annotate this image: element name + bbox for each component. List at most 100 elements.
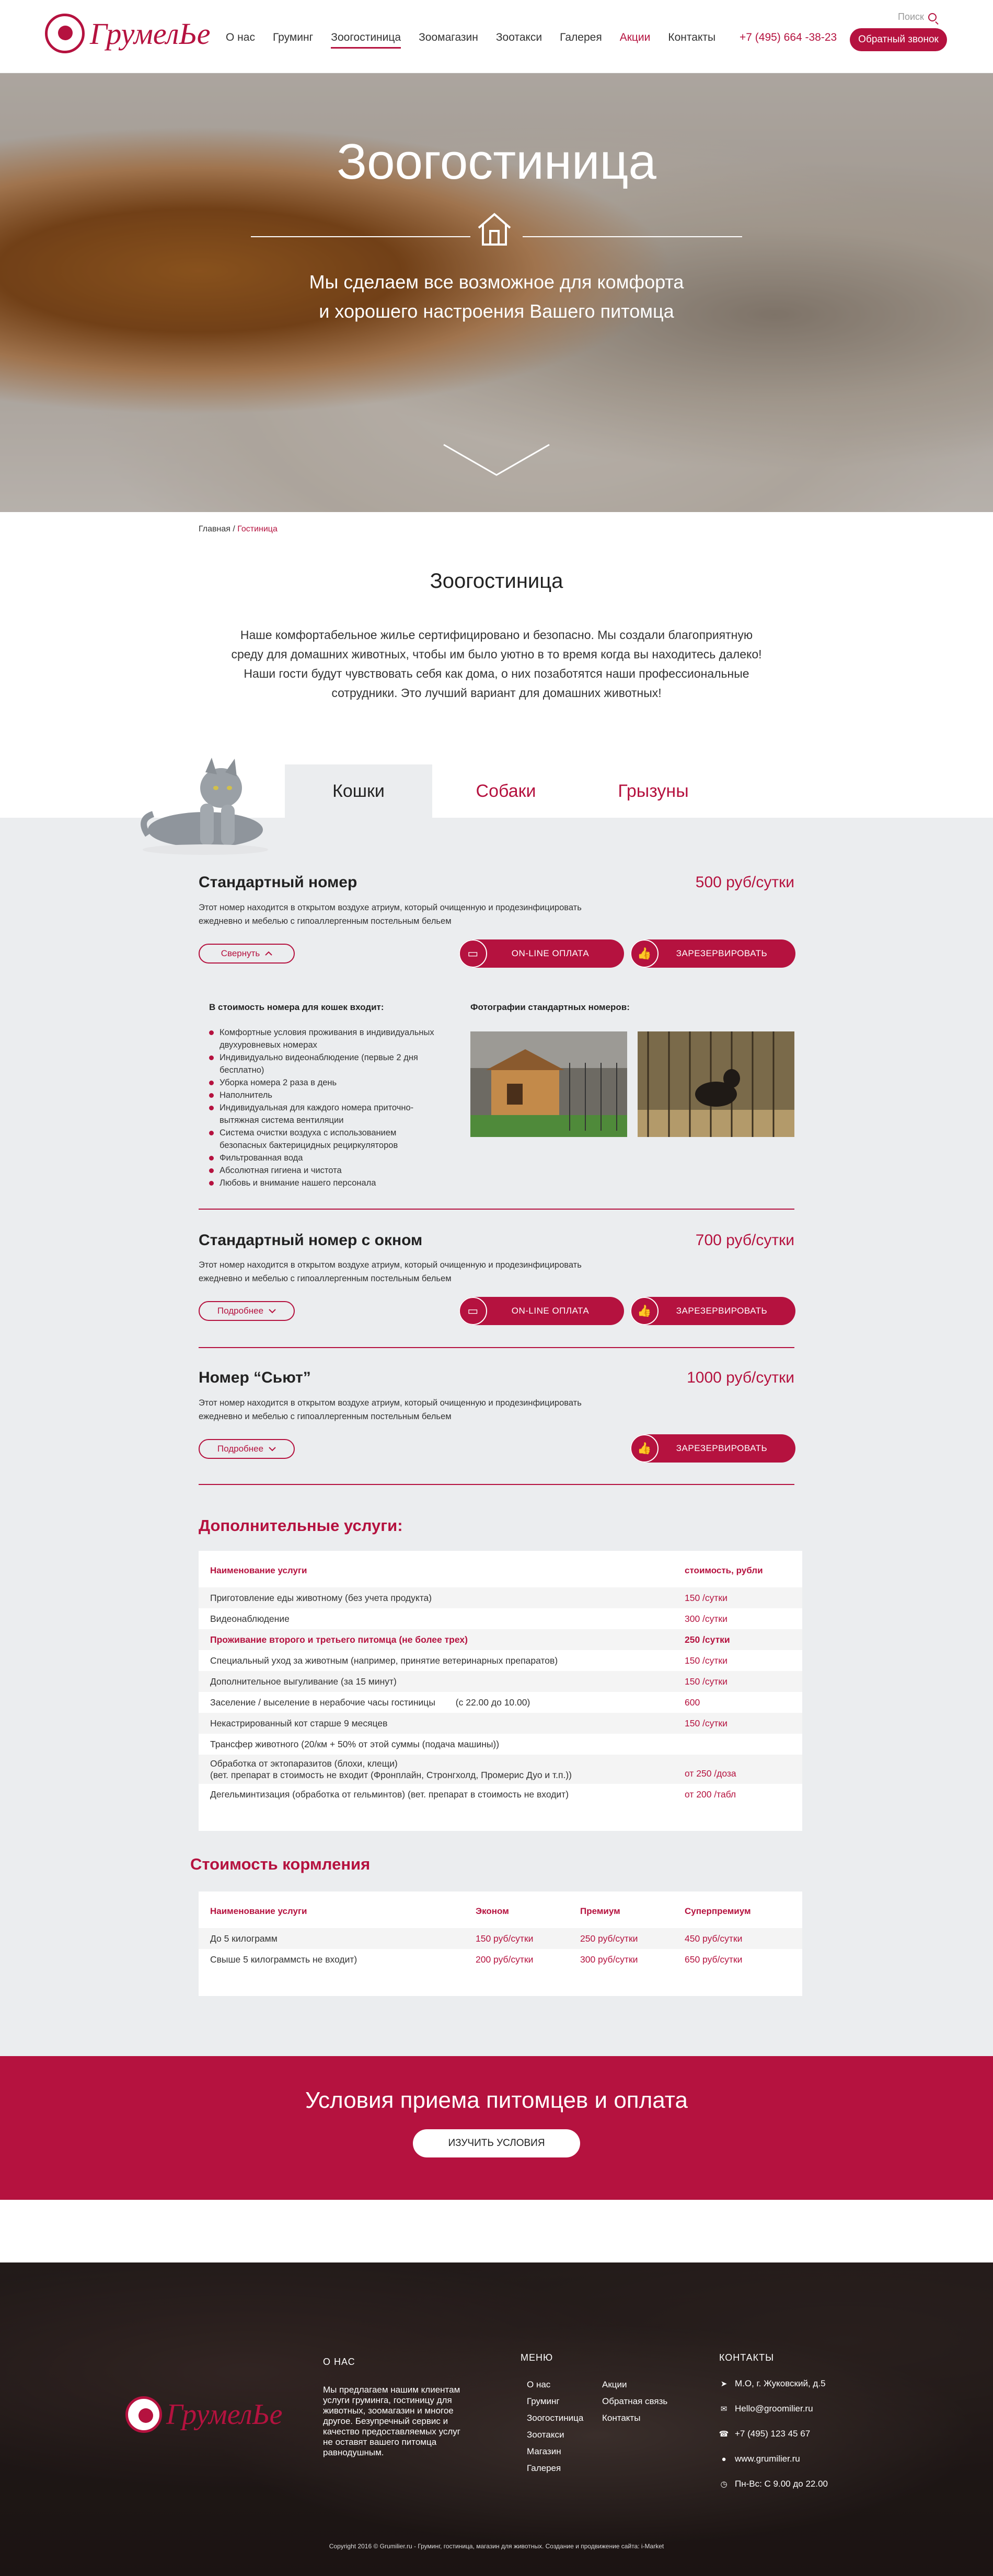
location-icon: ➤	[720, 2380, 728, 2388]
footer-link-promo[interactable]: Акции	[602, 2380, 627, 2390]
footer-link-grooming[interactable]: Груминг	[527, 2396, 560, 2407]
hero-banner: Зоогостиница Мы сделаем все возможное дл…	[0, 73, 993, 512]
table-row: Проживание второго и третьего питомца (н…	[199, 1629, 802, 1650]
footer-link-about[interactable]: О нас	[527, 2380, 550, 2390]
room-photo[interactable]	[470, 1031, 627, 1137]
thumbs-up-icon: 👍	[630, 1297, 659, 1325]
nav-item-gallery[interactable]: Галерея	[560, 31, 602, 49]
details-button[interactable]: Подробнее	[199, 1301, 295, 1321]
list-item: Наполнитель	[209, 1089, 439, 1101]
footer-link-contacts[interactable]: Контакты	[602, 2413, 640, 2423]
extra-services-title: Дополнительные услуги:	[199, 1516, 403, 1535]
book-button[interactable]: 👍 ЗАРЕЗЕРВИРОВАТЬ	[630, 1434, 795, 1463]
online-pay-label: ON-LINE ОПЛАТА	[511, 948, 590, 958]
list-item: Система очистки воздуха с использованием…	[209, 1127, 439, 1152]
service-price: 150 /сутки	[685, 1655, 728, 1666]
callback-button[interactable]: Обратный звонок	[850, 28, 947, 51]
service-name: Приготовление еды животному (без учета п…	[210, 1592, 432, 1603]
footer-about-text: Мы предлагаем нашим клиентам услуги грум…	[323, 2385, 460, 2458]
footer-link-hotel[interactable]: Зоогостиница	[527, 2413, 583, 2423]
conditions-banner: Условия приема питомцев и оплата ИЗУЧИТЬ…	[0, 2056, 993, 2200]
hero-divider-left	[251, 236, 470, 237]
search-box[interactable]: Поиск	[898, 11, 937, 22]
footer-logo[interactable]: ГрумелЬе	[125, 2396, 283, 2433]
search-icon[interactable]	[928, 13, 937, 21]
about-line: животных, зоомагазин и многое	[323, 2406, 454, 2416]
nav-item-shop[interactable]: Зоомагазин	[419, 31, 478, 49]
table-header: Наименование услуги Эконом Премиум Супер…	[199, 1901, 802, 1922]
footer-link-taxi[interactable]: Зоотакси	[527, 2430, 564, 2440]
thumbs-up-icon: 👍	[630, 939, 659, 968]
nav-item-contacts[interactable]: Контакты	[668, 31, 715, 49]
tab-rodents[interactable]: Грызуны	[580, 764, 727, 818]
footer-link-shop[interactable]: Магазин	[527, 2446, 561, 2457]
chevron-up-icon	[265, 951, 272, 956]
chevron-down-icon	[269, 1447, 276, 1452]
pet-tabs: Кошки Собаки Грызуны	[285, 764, 727, 818]
feeding-price: 650 руб/сутки	[685, 1954, 743, 1965]
service-price: 600	[685, 1697, 700, 1708]
footer-link-gallery[interactable]: Галерея	[527, 2463, 561, 2474]
feeding-name: До 5 килограмм	[210, 1933, 278, 1944]
conditions-button[interactable]: ИЗУЧИТЬ УСЛОВИЯ	[413, 2129, 580, 2157]
collapse-button[interactable]: Свернуть	[199, 944, 295, 964]
book-button[interactable]: 👍 ЗАРЕЗЕРВИРОВАТЬ	[630, 939, 795, 968]
included-list: Комфортные условия проживания в индивиду…	[209, 1026, 439, 1189]
service-name-line1: Обработка от эктопаразитов (блохи, клещи…	[210, 1758, 398, 1769]
nav-item-taxi[interactable]: Зоотакси	[496, 31, 542, 49]
online-pay-label: ON-LINE ОПЛАТА	[511, 1306, 590, 1316]
table-row: Дополнительное выгуливание (за 15 минут)…	[199, 1671, 802, 1692]
card-icon: ▭	[459, 939, 487, 968]
service-price: 150 /сутки	[685, 1718, 728, 1728]
header-phone[interactable]: +7 (495) 664 -38-23	[740, 31, 837, 44]
feeding-price: 200 руб/сутки	[476, 1954, 534, 1965]
logo-text: ГрумелЬе	[166, 2398, 283, 2431]
tab-dogs[interactable]: Собаки	[432, 764, 580, 818]
contact-text: Hello@groomilier.ru	[735, 2404, 813, 2413]
intro-text: Наше комфортабельное жилье сертифицирова…	[231, 628, 762, 700]
book-button[interactable]: 👍 ЗАРЕЗЕРВИРОВАТЬ	[630, 1297, 795, 1325]
search-label: Поиск	[898, 11, 924, 22]
feeding-price: 450 руб/сутки	[685, 1933, 743, 1944]
list-item: Абсолютная гигиена и чистота	[209, 1164, 439, 1177]
room-photo[interactable]	[638, 1031, 794, 1137]
footer-link-feedback[interactable]: Обратная связь	[602, 2396, 667, 2407]
clock-icon: ◷	[720, 2480, 728, 2489]
service-name: Дегельминтизация (обработка от гельминто…	[210, 1789, 569, 1800]
banner-title: Условия приема питомцев и оплата	[305, 2087, 688, 2113]
chevron-down-icon[interactable]	[442, 442, 551, 478]
nav-item-hotel[interactable]: Зоогостиница	[331, 31, 401, 49]
contact-website[interactable]: ● www.grumilier.ru	[719, 2454, 800, 2464]
feeding-table: Наименование услуги Эконом Премиум Супер…	[199, 1892, 802, 1996]
nav-item-about[interactable]: О нас	[226, 31, 255, 49]
service-price: от 200 /табл	[685, 1789, 736, 1800]
header-economy: Эконом	[476, 1906, 509, 1916]
list-item: Индивидуально видеонаблюдение (первые 2 …	[209, 1051, 439, 1076]
house-icon	[478, 213, 511, 246]
site-logo[interactable]: ГрумелЬе	[45, 14, 210, 53]
contact-phone[interactable]: ☎ +7 (495) 123 45 67	[719, 2429, 811, 2439]
online-pay-button[interactable]: ▭ ON-LINE ОПЛАТА	[459, 939, 624, 968]
details-button[interactable]: Подробнее	[199, 1439, 295, 1459]
contact-email[interactable]: ✉ Hello@groomilier.ru	[719, 2404, 813, 2414]
site-header: ГрумелЬе Поиск О нас Груминг Зоогостиниц…	[0, 0, 993, 73]
included-title: В стоимость номера для кошек входит:	[209, 1002, 384, 1012]
contact-hours: ◷ Пн-Вс: С 9.00 до 22.00	[719, 2479, 828, 2489]
nav-item-promo[interactable]: Акции	[620, 31, 651, 49]
room-divider	[199, 1484, 794, 1485]
table-row: Видеонаблюдение 300 /сутки	[199, 1608, 802, 1629]
online-pay-button[interactable]: ▭ ON-LINE ОПЛАТА	[459, 1297, 624, 1325]
book-label: ЗАРЕЗЕРВИРОВАТЬ	[676, 948, 768, 958]
book-label: ЗАРЕЗЕРВИРОВАТЬ	[676, 1443, 768, 1453]
breadcrumb-home[interactable]: Главная	[199, 525, 230, 533]
table-row: До 5 килограмм 150 руб/сутки 250 руб/сут…	[199, 1928, 802, 1949]
about-line: качество предоставляемых услуг	[323, 2427, 460, 2436]
room-price: 500 руб/сутки	[695, 874, 794, 891]
tab-cats[interactable]: Кошки	[285, 764, 432, 818]
table-row: Приготовление еды животному (без учета п…	[199, 1587, 802, 1608]
contact-text: М.О, г. Жуковский, д.5	[735, 2378, 826, 2388]
header-name: Наименование услуги	[210, 1906, 307, 1916]
header-price: стоимость, рубли	[685, 1565, 763, 1575]
globe-icon: ●	[721, 2454, 726, 2464]
nav-item-grooming[interactable]: Груминг	[273, 31, 313, 49]
